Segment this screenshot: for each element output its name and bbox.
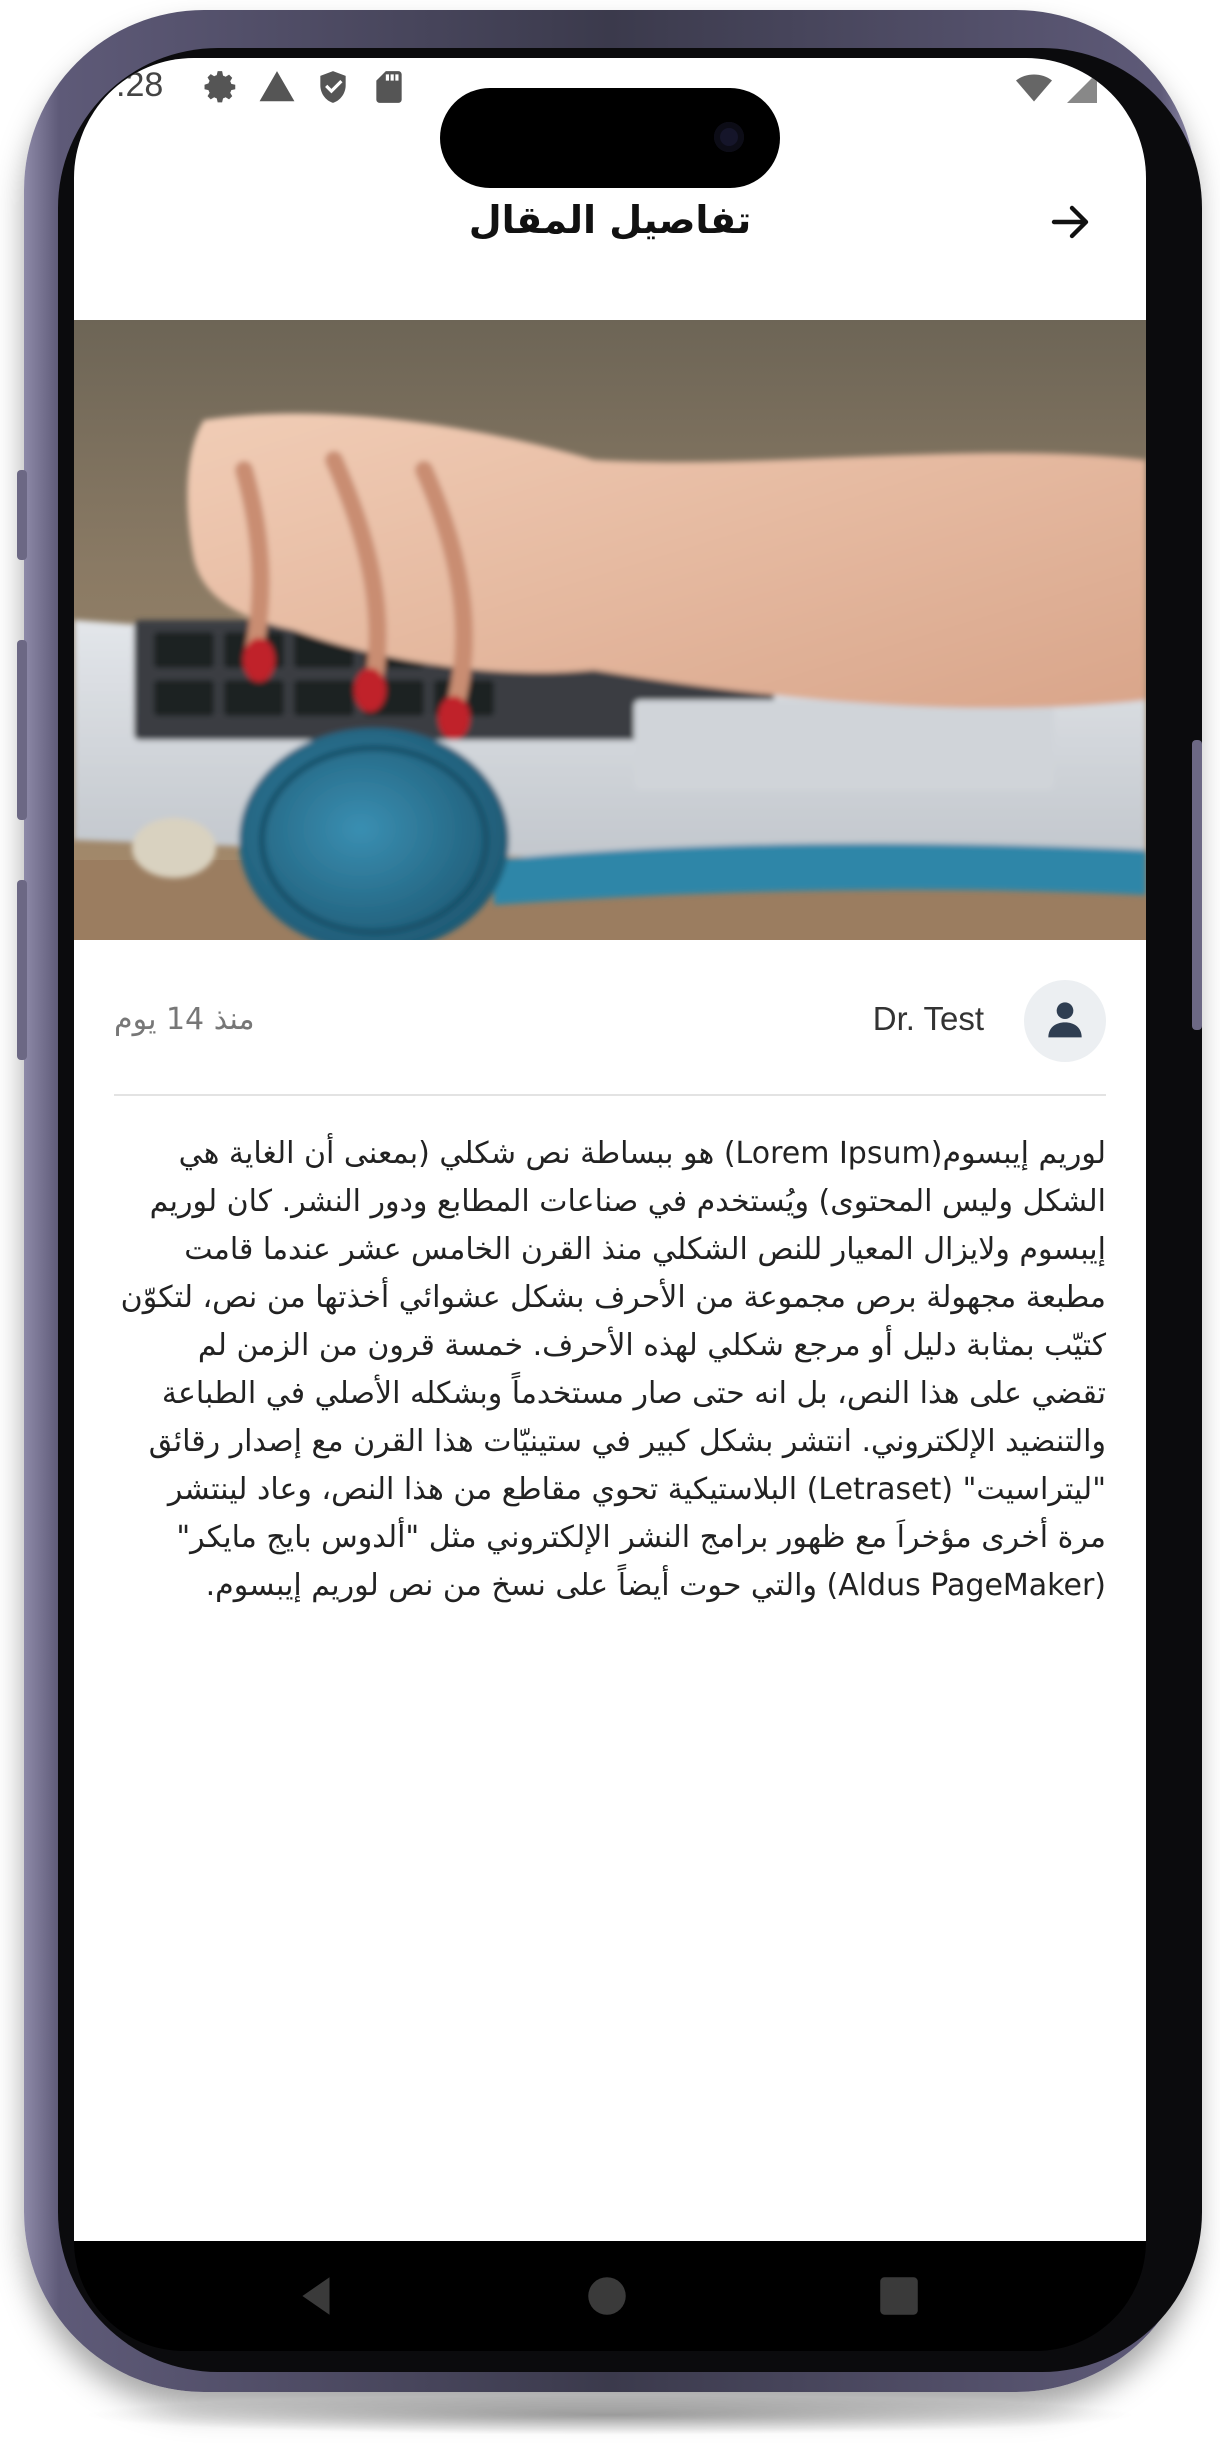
article-meta: Dr. Test منذ 14 يوم <box>74 958 1146 1078</box>
back-triangle-icon <box>292 2277 342 2325</box>
nav-back-button[interactable] <box>292 2271 342 2321</box>
device-shadow <box>80 2395 1140 2435</box>
home-circle-icon <box>582 2277 632 2325</box>
side-button-volume-up <box>17 640 27 820</box>
page-title: تفاصيل المقال <box>468 198 752 242</box>
system-nav-bar <box>74 2241 1146 2351</box>
author-avatar[interactable] <box>1024 980 1106 1062</box>
sd-card-icon <box>370 68 408 110</box>
side-button-volume-down <box>17 880 27 1060</box>
arrow-right-icon <box>1046 198 1094 250</box>
nav-recents-button[interactable] <box>874 2271 924 2321</box>
dynamic-island <box>440 88 780 188</box>
wifi-icon <box>1014 70 1054 110</box>
gear-icon <box>202 68 240 110</box>
divider <box>114 1094 1106 1096</box>
status-icons-right <box>1014 70 1102 110</box>
phone-screen: .28 تفاصيل المقال Dr. Test منذ 14 يوم لو… <box>74 58 1146 2241</box>
post-age: منذ 14 يوم <box>114 1002 255 1037</box>
front-camera <box>714 122 744 152</box>
shield-icon <box>314 68 352 110</box>
nav-home-button[interactable] <box>582 2271 632 2321</box>
back-button[interactable] <box>1040 194 1100 254</box>
recents-square-icon <box>874 2277 924 2325</box>
article-image-illustration <box>74 320 1146 940</box>
author-name[interactable]: Dr. Test <box>873 1000 984 1038</box>
article-image <box>74 320 1146 940</box>
app-bar: تفاصيل المقال <box>74 188 1146 278</box>
status-time: .28 <box>116 66 164 104</box>
side-button-power <box>1192 740 1202 1030</box>
status-icons-left <box>202 68 408 110</box>
user-icon <box>1045 999 1085 1043</box>
warning-icon <box>258 68 296 110</box>
side-button-action <box>17 470 27 560</box>
article-body: لوريم إيبسوم(Lorem Ipsum) هو ببساطة نص ش… <box>120 1136 1106 1603</box>
signal-icon <box>1062 70 1102 110</box>
